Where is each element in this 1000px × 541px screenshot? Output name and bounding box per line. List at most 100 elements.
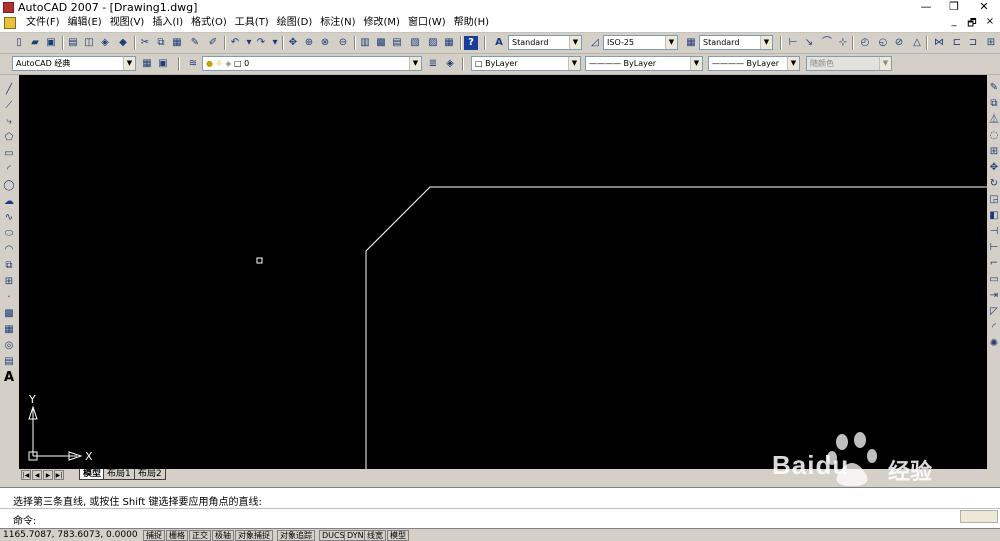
properties-icon[interactable]: ▥ [358, 36, 372, 50]
line-icon[interactable]: ╱ [2, 83, 16, 97]
fillet-icon[interactable]: ◜ [987, 321, 1000, 335]
paste-icon[interactable]: ▦ [170, 36, 184, 50]
chamfered-polyline[interactable] [365, 186, 987, 469]
doc-minimize-button[interactable]: _ [946, 16, 962, 27]
menu-dimension[interactable]: 标注(N) [316, 16, 359, 30]
dim-style-select[interactable]: ISO-25 ▼ [603, 35, 678, 50]
command-prompt[interactable]: 命令: [13, 512, 36, 527]
next-tab-icon[interactable]: ▶ [43, 470, 53, 480]
gradient-icon[interactable]: ▦ [2, 323, 16, 337]
layer-previous-icon[interactable]: ◈ [443, 57, 457, 71]
arc-length-icon[interactable]: ⌒ [820, 36, 834, 50]
insert-block-icon[interactable]: ⧉ [2, 259, 16, 273]
zoom-previous-icon[interactable]: ⊖ [336, 36, 350, 50]
undo-icon[interactable]: ↶ [228, 36, 242, 50]
osnap-toggle[interactable]: 对象捕捉 [235, 530, 273, 541]
command-window[interactable]: 选择第三条直线, 或按住 Shift 键选择要应用角点的直线: 命令: [0, 487, 1000, 529]
drawing-canvas[interactable]: Y X [19, 75, 987, 469]
spline-icon[interactable]: ∿ [2, 211, 16, 225]
menu-modify[interactable]: 修改(M) [360, 16, 404, 30]
cut-icon[interactable]: ✂ [138, 36, 152, 50]
menu-file[interactable]: 文件(F) [22, 16, 64, 30]
new-icon[interactable]: ▯ [12, 36, 26, 50]
doc-close-button[interactable]: × [982, 16, 998, 27]
print-preview-icon[interactable]: ◫ [82, 36, 96, 50]
publish-icon[interactable]: ◈ [98, 36, 112, 50]
doc-restore-button[interactable]: 🗗 [964, 16, 980, 33]
tab-model[interactable]: 模型 [79, 469, 106, 480]
circle-icon[interactable]: ◯ [2, 179, 16, 193]
move-icon[interactable]: ✥ [987, 161, 1000, 175]
menu-format[interactable]: 格式(O) [187, 16, 231, 30]
diameter-dim-icon[interactable]: ⊘ [892, 36, 906, 50]
explode-icon[interactable]: ✺ [987, 337, 1000, 351]
calculator-icon[interactable]: ▦ [442, 36, 456, 50]
grid-toggle[interactable]: 栅格 [166, 530, 188, 541]
ordinate-icon[interactable]: ⊹ [836, 36, 850, 50]
quick-dim-icon[interactable]: ⋈ [932, 36, 946, 50]
join-icon[interactable]: ⇥ [987, 289, 1000, 303]
help-icon[interactable]: ? [464, 36, 478, 50]
snap-toggle[interactable]: 捕捉 [143, 530, 165, 541]
model-space-toggle[interactable]: 模型 [387, 530, 409, 541]
close-button[interactable]: ✕ [970, 0, 998, 15]
lineweight-select[interactable]: ———— ByLayer ▼ [708, 56, 800, 71]
tab-layout1[interactable]: 布局1 [103, 469, 135, 480]
tab-layout2[interactable]: 布局2 [134, 469, 166, 480]
revision-cloud-icon[interactable]: ☁ [2, 195, 16, 209]
document-menu-icon[interactable] [4, 17, 16, 29]
workspace-select[interactable]: AutoCAD 经典 ▼ [12, 56, 136, 71]
otrack-toggle[interactable]: 对象追踪 [277, 530, 315, 541]
angular-dim-icon[interactable]: △ [910, 36, 924, 50]
text-style-icon[interactable]: A [492, 36, 506, 50]
table-style-icon[interactable]: ▦ [684, 36, 698, 50]
break-at-point-icon[interactable]: ⌐ [987, 257, 1000, 271]
region-icon[interactable]: ◎ [2, 339, 16, 353]
rectangle-icon[interactable]: ▭ [2, 147, 16, 161]
lineweight-toggle[interactable]: 线宽 [364, 530, 386, 541]
aligned-dim-icon[interactable]: ↘ [802, 36, 816, 50]
text-style-select[interactable]: Standard ▼ [508, 35, 582, 50]
menu-draw[interactable]: 绘图(D) [273, 16, 317, 30]
polygon-icon[interactable]: ⬠ [2, 131, 16, 145]
redo-dropdown-icon[interactable]: ▾ [268, 36, 282, 50]
pan-icon[interactable]: ✥ [286, 36, 300, 50]
break-icon[interactable]: ▭ [987, 273, 1000, 287]
erase-icon[interactable]: ✎ [987, 81, 1000, 95]
redo-icon[interactable]: ↷ [254, 36, 268, 50]
first-tab-icon[interactable]: |◀ [21, 470, 31, 480]
sheet-set-icon[interactable]: ▧ [408, 36, 422, 50]
block-editor-icon[interactable]: ✐ [206, 36, 220, 50]
layer-select[interactable]: ● ☼ ◈ □ 0 ▼ [202, 56, 422, 71]
workspace-settings-icon[interactable]: ▦ [140, 57, 154, 71]
3d-dwf-icon[interactable]: ◆ [116, 36, 130, 50]
ellipse-arc-icon[interactable]: ◠ [2, 243, 16, 257]
coordinate-readout[interactable]: 1165.7087, 783.6073, 0.0000 [3, 530, 138, 540]
polyline-icon[interactable]: ⤷ [2, 115, 16, 129]
more-dim-icon[interactable]: ⊞ [984, 36, 998, 50]
point-icon[interactable]: · [2, 291, 16, 305]
color-select[interactable]: □ ByLayer ▼ [471, 56, 581, 71]
autocad-app-icon[interactable] [3, 2, 14, 13]
table-icon[interactable]: ▤ [2, 355, 16, 369]
print-icon[interactable]: ▤ [66, 36, 80, 50]
match-properties-icon[interactable]: ✎ [188, 36, 202, 50]
ellipse-icon[interactable]: ⬭ [2, 227, 16, 241]
offset-icon[interactable]: ◌ [987, 129, 1000, 143]
arc-icon[interactable]: ◜ [2, 163, 16, 177]
restore-button[interactable]: ❐ [940, 0, 968, 15]
copy-object-icon[interactable]: ⧉ [987, 97, 1000, 111]
dim-style-icon[interactable]: ◿ [588, 36, 602, 50]
zoom-realtime-icon[interactable]: ⊕ [302, 36, 316, 50]
array-icon[interactable]: ⊞ [987, 145, 1000, 159]
ortho-toggle[interactable]: 正交 [189, 530, 211, 541]
minimize-button[interactable]: — [912, 0, 940, 15]
continue-dim-icon[interactable]: ⊐ [966, 36, 980, 50]
radius-dim-icon[interactable]: ◴ [858, 36, 872, 50]
mirror-icon[interactable]: ⏅ [987, 113, 1000, 127]
extend-icon[interactable]: ⊢ [987, 241, 1000, 255]
layer-manager-icon[interactable]: ≋ [186, 57, 200, 71]
command-scrollbar[interactable] [960, 510, 998, 523]
workspace-save-icon[interactable]: ▣ [156, 57, 170, 71]
design-center-icon[interactable]: ▩ [374, 36, 388, 50]
